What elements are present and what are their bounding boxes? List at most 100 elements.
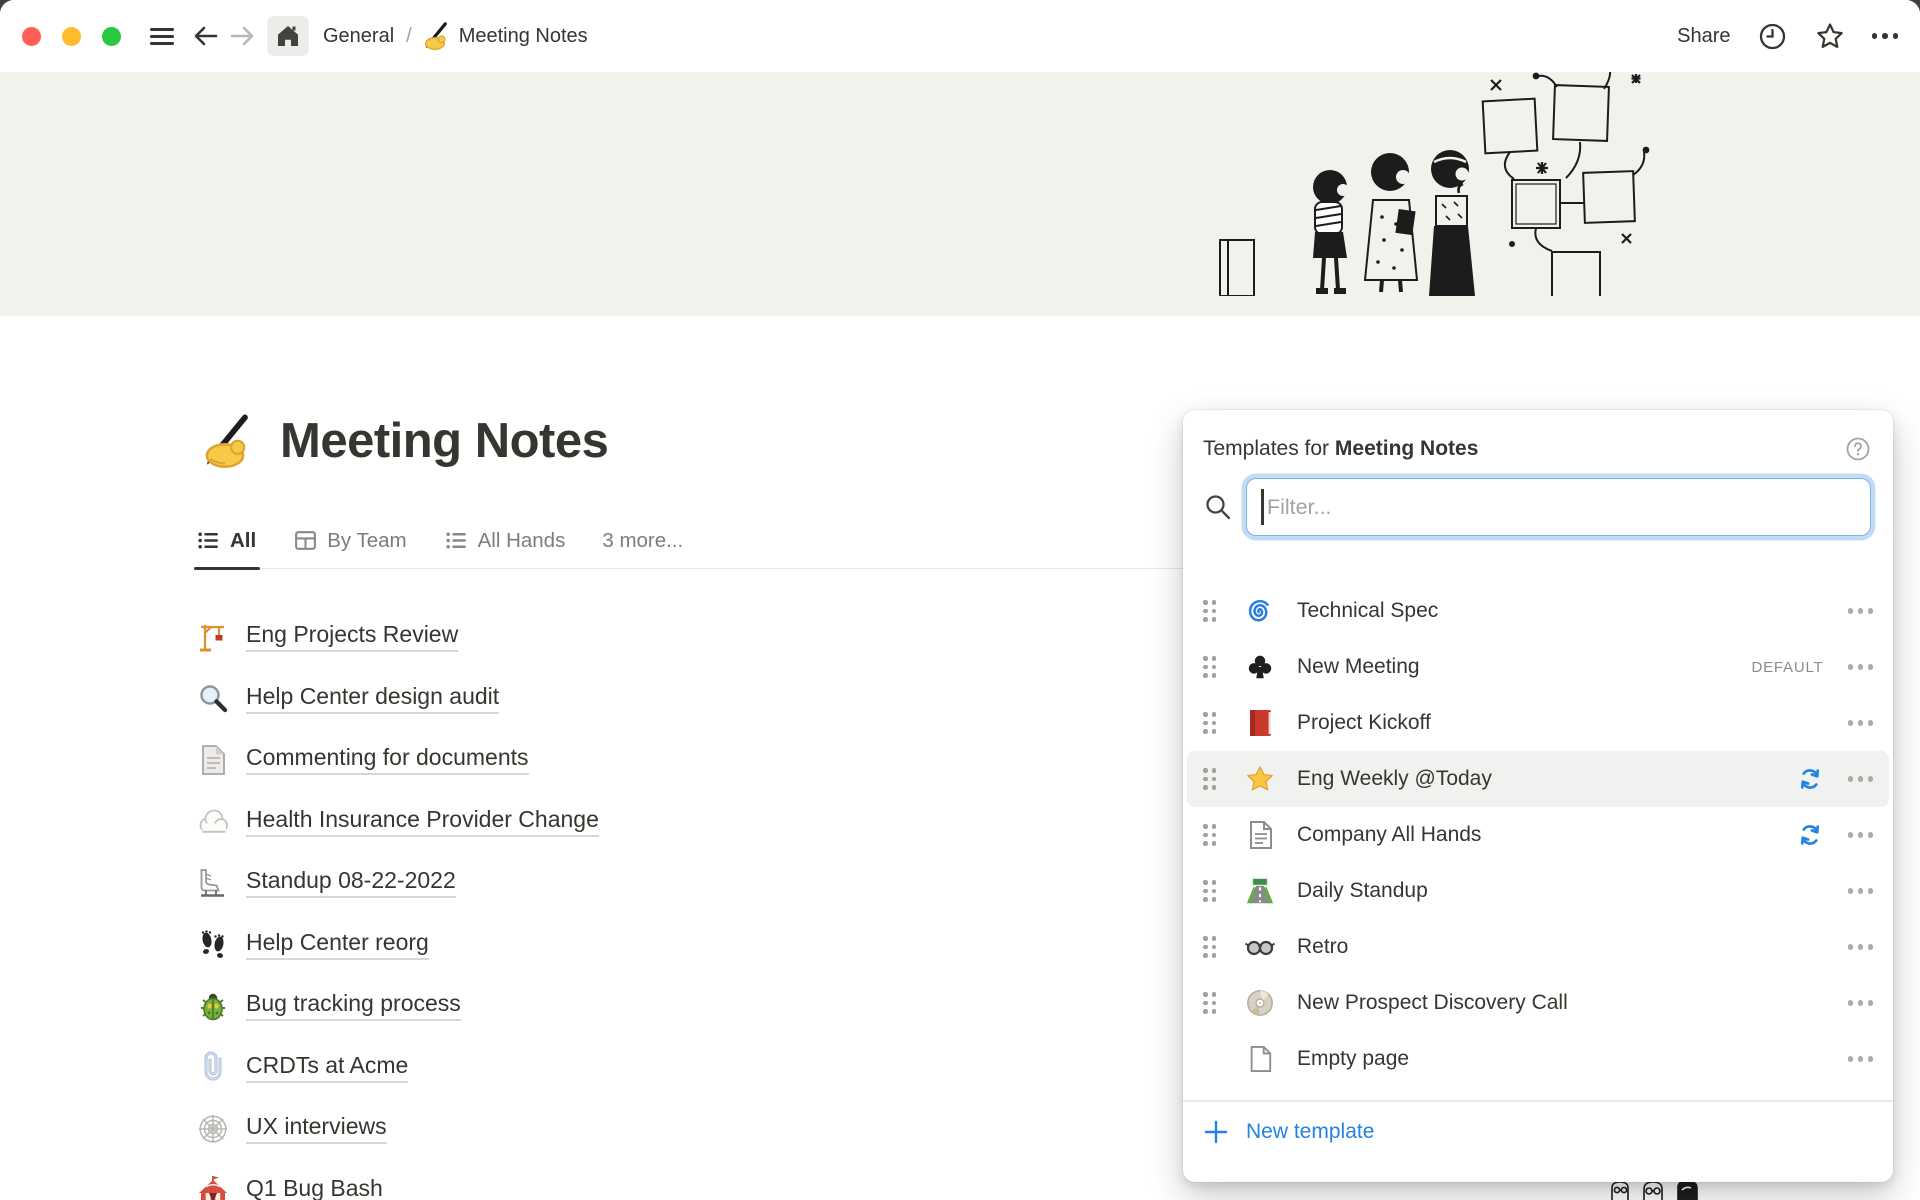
page-link-label: Help Center reorg [246, 929, 429, 960]
repeat-icon[interactable] [1796, 821, 1824, 849]
paperclip-icon [196, 1051, 230, 1083]
red-book-icon [1239, 708, 1281, 738]
template-row-highlighted[interactable]: Eng Weekly @Today [1187, 751, 1889, 807]
page-link-label: Help Center design audit [246, 683, 499, 714]
templates-popup-header: Templates for Meeting Notes [1183, 410, 1893, 474]
row-options-icon[interactable] [1846, 772, 1876, 786]
breadcrumb-page[interactable]: Meeting Notes [420, 21, 588, 51]
cyclone-icon [1239, 596, 1281, 626]
clock-icon[interactable] [1757, 21, 1788, 52]
new-template-label: New template [1246, 1120, 1374, 1144]
template-row[interactable]: Technical Spec [1187, 583, 1889, 639]
drag-handle-icon[interactable] [1203, 880, 1217, 902]
row-options-icon[interactable] [1846, 604, 1876, 618]
window-controls [22, 27, 121, 46]
magnifier-icon [196, 682, 230, 714]
page-title-row: Meeting Notes [196, 412, 608, 470]
forward-arrow-icon[interactable] [227, 21, 257, 51]
empty-page-icon [1239, 1044, 1281, 1074]
plus-icon [1203, 1119, 1229, 1145]
repeat-icon[interactable] [1796, 765, 1824, 793]
cover-illustration [1212, 72, 1652, 296]
text-caret [1261, 489, 1264, 525]
row-options-icon[interactable] [1846, 660, 1876, 674]
menu-icon[interactable] [147, 21, 177, 51]
template-row[interactable]: Empty page [1187, 1031, 1889, 1087]
template-row[interactable]: Company All Hands [1187, 807, 1889, 863]
new-template-button[interactable]: New template [1183, 1102, 1893, 1162]
templates-popup-title: Templates for Meeting Notes [1203, 437, 1478, 461]
ellipsis-icon[interactable] [1872, 33, 1899, 39]
filter-input[interactable] [1246, 478, 1871, 536]
page-link-label: Standup 08-22-2022 [246, 867, 456, 898]
toolbar-right: Share [1677, 20, 1898, 52]
drag-handle-icon[interactable] [1203, 712, 1217, 734]
beetle-icon [196, 990, 230, 1022]
template-row[interactable]: Project Kickoff [1187, 695, 1889, 751]
drag-handle-icon[interactable] [1203, 992, 1217, 1014]
template-row[interactable]: Daily Standup [1187, 863, 1889, 919]
star-icon[interactable] [1814, 20, 1846, 52]
templates-list: Technical Spec New Meeting DEFAULT Proje… [1183, 583, 1893, 1087]
tab-by-team[interactable]: By Team [293, 528, 406, 553]
minimize-window-button[interactable] [62, 27, 81, 46]
list-item[interactable]: Q1 Bug Bash [196, 1160, 599, 1200]
row-options-icon[interactable] [1846, 996, 1876, 1010]
list-item[interactable]: Health Insurance Provider Change [196, 791, 599, 853]
drag-handle-icon[interactable] [1203, 656, 1217, 678]
cloud-icon [196, 806, 230, 836]
document-icon [196, 744, 230, 776]
list-item[interactable]: Eng Projects Review [196, 606, 599, 668]
list-item[interactable]: CRDTs at Acme [196, 1037, 599, 1099]
drag-handle-icon[interactable] [1203, 936, 1217, 958]
tab-all[interactable]: All [196, 528, 256, 553]
list-view-icon [196, 528, 221, 553]
list-view-icon [444, 528, 469, 553]
circus-tent-icon [196, 1174, 230, 1200]
row-options-icon[interactable] [1846, 884, 1876, 898]
tabs-more-button[interactable]: 3 more... [602, 529, 683, 553]
toolbar: General / Meeting Notes Share [0, 0, 1920, 72]
list-item[interactable]: Standup 08-22-2022 [196, 852, 599, 914]
list-item[interactable]: Help Center design audit [196, 668, 599, 730]
home-icon[interactable] [267, 16, 309, 56]
template-label: Retro [1297, 935, 1846, 959]
app-window: General / Meeting Notes Share [0, 0, 1920, 1200]
tab-label: All Hands [478, 529, 566, 553]
row-options-icon[interactable] [1846, 828, 1876, 842]
tab-all-hands[interactable]: All Hands [444, 528, 566, 553]
page-link-label: Health Insurance Provider Change [246, 806, 599, 837]
drag-handle-icon[interactable] [1203, 824, 1217, 846]
breadcrumb-root[interactable]: General [323, 25, 394, 48]
motorway-icon [1239, 876, 1281, 906]
list-item[interactable]: UX interviews [196, 1098, 599, 1160]
breadcrumb-page-label: Meeting Notes [459, 25, 588, 48]
page-link-label: UX interviews [246, 1113, 387, 1144]
drag-handle-icon[interactable] [1203, 600, 1217, 622]
template-row[interactable]: New Prospect Discovery Call [1187, 975, 1889, 1031]
list-item[interactable]: Help Center reorg [196, 914, 599, 976]
page-title: Meeting Notes [280, 413, 608, 469]
template-label: Technical Spec [1297, 599, 1846, 623]
page-link-label: CRDTs at Acme [246, 1052, 408, 1083]
row-options-icon[interactable] [1846, 716, 1876, 730]
page-cover [0, 72, 1920, 316]
zoom-window-button[interactable] [102, 27, 121, 46]
close-window-button[interactable] [22, 27, 41, 46]
template-row[interactable]: Retro [1187, 919, 1889, 975]
list-item[interactable]: Commenting for documents [196, 729, 599, 791]
template-label: New Meeting [1297, 655, 1751, 679]
templates-popup: Templates for Meeting Notes Technical Sp… [1183, 410, 1893, 1182]
row-options-icon[interactable] [1846, 1052, 1876, 1066]
list-item[interactable]: Bug tracking process [196, 975, 599, 1037]
share-button[interactable]: Share [1677, 25, 1730, 48]
question-circle-icon[interactable] [1845, 436, 1871, 462]
template-row[interactable]: New Meeting DEFAULT [1187, 639, 1889, 695]
crane-icon [196, 621, 230, 653]
writing-hand-icon[interactable] [196, 412, 254, 470]
row-options-icon[interactable] [1846, 940, 1876, 954]
page-link-label: Eng Projects Review [246, 621, 458, 652]
back-arrow-icon[interactable] [191, 21, 221, 51]
template-label: Eng Weekly @Today [1297, 767, 1796, 791]
drag-handle-icon[interactable] [1203, 768, 1217, 790]
